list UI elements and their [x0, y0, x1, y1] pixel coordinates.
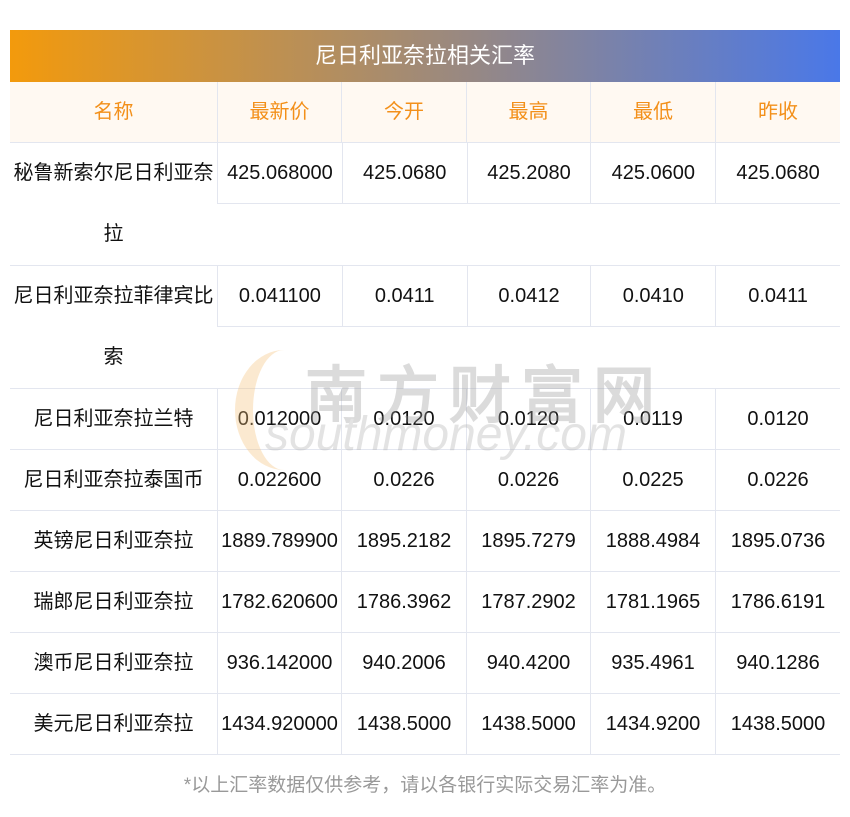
- value-cell: 0.0225: [590, 450, 715, 510]
- value-cell: 0.022600: [217, 450, 341, 510]
- value-group: 0.041100 0.0411 0.0412 0.0410 0.0411: [217, 266, 840, 327]
- row-name: 尼日利亚奈拉泰国币: [23, 469, 204, 491]
- value-cell: 425.0680: [715, 143, 840, 203]
- row-values: 425.068000 425.0680 425.2080 425.0600 425.06…: [217, 143, 840, 265]
- table-row: 尼日利亚奈拉泰国币 0.022600 0.0226 0.0226 0.0225 0.022…: [10, 450, 840, 511]
- row-name: 秘鲁新索尔尼日利亚奈拉: [13, 162, 214, 245]
- value-cell: 0.0226: [341, 450, 466, 510]
- value-cell: 0.0120: [466, 389, 590, 449]
- value-cell: 0.0410: [590, 266, 715, 326]
- value-cell: 0.0412: [466, 266, 591, 326]
- value-cell: 0.0226: [715, 450, 840, 510]
- table-row: 尼日利亚奈拉菲律宾比索 0.041100 0.0411 0.0412 0.0410 0.0…: [10, 266, 840, 389]
- header-prev-close: 昨收: [715, 82, 840, 142]
- value-cell: 1434.920000: [217, 694, 341, 754]
- value-cell: 1889.789900: [217, 511, 341, 571]
- table-row: 英镑尼日利亚奈拉 1889.789900 1895.2182 1895.7279 188…: [10, 511, 840, 572]
- table-row: 美元尼日利亚奈拉 1434.920000 1438.5000 1438.5000 143…: [10, 694, 840, 755]
- header-high: 最高: [466, 82, 590, 142]
- row-name: 尼日利亚奈拉兰特: [33, 408, 194, 430]
- row-name: 尼日利亚奈拉菲律宾比索: [13, 285, 214, 368]
- value-cell: 1781.1965: [590, 572, 715, 632]
- header-name: 名称: [93, 101, 134, 123]
- header-low: 最低: [590, 82, 715, 142]
- header-open: 今开: [341, 82, 466, 142]
- value-cell: 0.0226: [466, 450, 590, 510]
- table-header: 名称 最新价 今开 最高 最低 昨收: [10, 82, 840, 143]
- table-row: 澳币尼日利亚奈拉 936.142000 940.2006 940.4200 935.49…: [10, 633, 840, 694]
- value-cell: 0.0411: [715, 266, 840, 326]
- value-cell: 1895.7279: [466, 511, 590, 571]
- value-cell: 1782.620600: [217, 572, 341, 632]
- value-cell: 940.2006: [341, 633, 466, 693]
- value-cell: 940.4200: [466, 633, 590, 693]
- disclaimer-note: *以上汇率数据仅供参考，请以各银行实际交易汇率为准。: [183, 775, 667, 796]
- value-cell: 0.0120: [715, 389, 840, 449]
- value-cell: 1786.3962: [341, 572, 466, 632]
- table-row: 秘鲁新索尔尼日利亚奈拉 425.068000 425.0680 425.2080 425…: [10, 143, 840, 266]
- value-cell: 1438.5000: [466, 694, 590, 754]
- value-cell: 1438.5000: [341, 694, 466, 754]
- value-cell: 1895.2182: [341, 511, 466, 571]
- value-cell: 1787.2902: [466, 572, 590, 632]
- value-cell: 1786.6191: [715, 572, 840, 632]
- row-name: 瑞郎尼日利亚奈拉: [33, 591, 194, 613]
- row-values: 0.041100 0.0411 0.0412 0.0410 0.0411: [217, 266, 840, 388]
- rate-table: 尼日利亚奈拉相关汇率 名称 最新价 今开 最高 最低 昨收 秘鲁新索尔尼日利亚奈…: [10, 30, 840, 755]
- value-cell: 935.4961: [590, 633, 715, 693]
- table-row: 尼日利亚奈拉兰特 0.012000 0.0120 0.0120 0.0119 0.0120: [10, 389, 840, 450]
- value-cell: 0.012000: [217, 389, 341, 449]
- value-cell: 940.1286: [715, 633, 840, 693]
- row-name: 英镑尼日利亚奈拉: [33, 530, 194, 552]
- value-cell: 425.0600: [590, 143, 715, 203]
- table-title: 尼日利亚奈拉相关汇率: [10, 30, 840, 82]
- value-cell: 425.068000: [227, 162, 333, 184]
- row-name: 澳币尼日利亚奈拉: [33, 652, 194, 674]
- value-cell: 0.0120: [341, 389, 466, 449]
- table-row: 瑞郎尼日利亚奈拉 1782.620600 1786.3962 1787.2902 178…: [10, 572, 840, 633]
- value-cell: 0.0119: [590, 389, 715, 449]
- value-cell: 1438.5000: [715, 694, 840, 754]
- value-cell: 1895.0736: [715, 511, 840, 571]
- value-cell: 0.041100: [238, 285, 321, 307]
- value-cell: 1434.9200: [590, 694, 715, 754]
- value-group: 425.068000 425.0680 425.2080 425.0600 425.06…: [217, 143, 840, 204]
- row-name: 美元尼日利亚奈拉: [33, 713, 194, 735]
- value-cell: 936.142000: [217, 633, 341, 693]
- value-cell: 0.0411: [341, 266, 467, 326]
- header-latest: 最新价: [217, 82, 341, 142]
- value-cell: 1888.4984: [590, 511, 715, 571]
- value-cell: 425.2080: [466, 143, 591, 203]
- value-cell: 425.0680: [341, 143, 467, 203]
